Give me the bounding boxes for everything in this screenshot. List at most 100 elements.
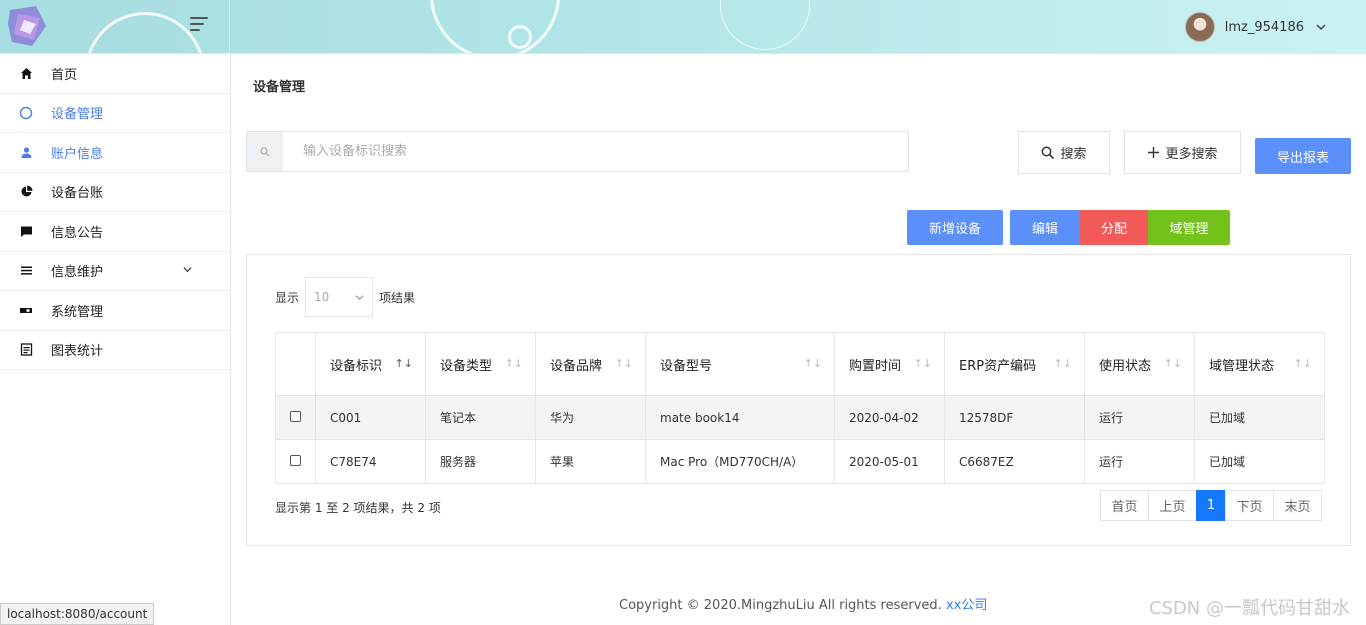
page-first-button[interactable]: 首页 bbox=[1100, 490, 1149, 521]
table-cell: 已加域 bbox=[1194, 395, 1325, 440]
column-header[interactable]: 设备类型 ↑↓ bbox=[425, 332, 536, 396]
sidebar-item-charts[interactable]: 图表统计 bbox=[0, 331, 230, 370]
show-suffix: 项结果 bbox=[379, 290, 416, 305]
table-row[interactable]: C001 笔记本 华为 mate book14 2020-04-02 12578… bbox=[275, 395, 1325, 440]
sidebar: 首页 设备管理 账户信息 设备台账 信息公告 信息维护 系统管理 图表统计 bbox=[0, 54, 231, 625]
row-checkbox-cell bbox=[275, 439, 316, 484]
row-checkbox[interactable] bbox=[290, 410, 301, 422]
sidebar-item-label: 设备台账 bbox=[51, 186, 104, 202]
sidebar-item-label: 设备管理 bbox=[51, 107, 104, 123]
sidebar-item-label: 信息公告 bbox=[51, 225, 104, 241]
search-button[interactable]: 搜索 bbox=[1018, 131, 1110, 174]
footer-company-link[interactable]: xx公司 bbox=[946, 598, 987, 613]
column-header[interactable]: 购置时间 ↑↓ bbox=[834, 332, 945, 396]
page-title: 设备管理 bbox=[253, 80, 306, 95]
page-size-value: 10 bbox=[314, 290, 330, 304]
export-report-button[interactable]: 导出报表 bbox=[1255, 138, 1351, 174]
select-all-header bbox=[275, 332, 316, 396]
table-cell: Mac Pro（MD770CH/A） bbox=[645, 439, 835, 484]
search-box bbox=[246, 131, 909, 172]
sort-icon: ↑↓ bbox=[1293, 357, 1312, 370]
chevron-down-icon bbox=[183, 266, 192, 272]
decor-circle bbox=[720, 0, 810, 50]
more-search-button[interactable]: 更多搜索 bbox=[1124, 131, 1241, 174]
decor-circle bbox=[508, 25, 532, 49]
table-row[interactable]: C78E74 服务器 苹果 Mac Pro（MD770CH/A） 2020-05… bbox=[275, 439, 1325, 484]
add-device-button[interactable]: 新增设备 bbox=[907, 210, 1003, 245]
sidebar-item-device-management[interactable]: 设备管理 bbox=[0, 94, 230, 133]
page-current-button[interactable]: 1 bbox=[1196, 490, 1226, 521]
decor-circle bbox=[430, 0, 560, 53]
user-icon bbox=[19, 145, 33, 159]
row-checkbox-cell bbox=[275, 395, 316, 440]
browser-status-bar: localhost:8080/account bbox=[0, 603, 155, 625]
page-prev-button[interactable]: 上页 bbox=[1148, 490, 1197, 521]
sidebar-item-ledger[interactable]: 设备台账 bbox=[0, 173, 230, 212]
table-cell: C6687EZ bbox=[944, 439, 1085, 484]
sort-icon: ↑↓ bbox=[1163, 357, 1182, 370]
sort-icon: ↑↓ bbox=[504, 357, 523, 370]
plus-icon bbox=[1148, 147, 1160, 158]
page-last-button[interactable]: 末页 bbox=[1273, 490, 1322, 521]
sidebar-item-label: 系统管理 bbox=[51, 304, 104, 320]
edit-button[interactable]: 编辑 bbox=[1010, 210, 1080, 245]
table-cell: 运行 bbox=[1084, 395, 1195, 440]
row-checkbox[interactable] bbox=[290, 454, 301, 466]
sidebar-item-home[interactable]: 首页 bbox=[0, 54, 230, 94]
device-table: 设备标识 ↑↓ 设备类型 ↑↓ 设备品牌 ↑↓ 设备型号 ↑↓ 购置时间 ↑↓ ERP资产… bbox=[275, 332, 1325, 484]
table-cell: 华为 bbox=[535, 395, 646, 440]
footer: Copyright © 2020.MingzhuLiu All rights r… bbox=[619, 594, 987, 613]
domain-management-button[interactable]: 域管理 bbox=[1148, 210, 1230, 245]
sort-icon: ↑↓ bbox=[803, 357, 822, 370]
column-header[interactable]: 设备标识 ↑↓ bbox=[315, 332, 426, 396]
table-cell: 2020-04-02 bbox=[834, 395, 945, 440]
table-cell: 服务器 bbox=[425, 439, 536, 484]
table-cell: 12578DF bbox=[944, 395, 1085, 440]
sidebar-item-system[interactable]: 系统管理 bbox=[0, 291, 230, 331]
table-cell: C001 bbox=[315, 395, 426, 440]
sidebar-item-label: 信息维护 bbox=[51, 265, 104, 281]
sidebar-item-label: 首页 bbox=[51, 67, 78, 83]
table-cell: 已加域 bbox=[1194, 439, 1325, 484]
search-icon bbox=[1042, 146, 1055, 159]
column-header[interactable]: ERP资产编码 ↑↓ bbox=[944, 332, 1085, 396]
sort-icon: ↑↓ bbox=[1053, 357, 1072, 370]
document-icon bbox=[19, 343, 33, 357]
user-menu[interactable]: lmz_954186 bbox=[1184, 11, 1326, 43]
column-header[interactable]: 设备品牌 ↑↓ bbox=[535, 332, 646, 396]
pie-chart-icon bbox=[19, 185, 33, 199]
column-header[interactable]: 域管理状态 ↑↓ bbox=[1194, 332, 1325, 396]
circle-icon bbox=[19, 106, 33, 120]
top-header: lmz_954186 bbox=[0, 0, 1366, 54]
column-header[interactable]: 使用状态 ↑↓ bbox=[1084, 332, 1195, 396]
menu-collapse-icon[interactable] bbox=[190, 17, 210, 35]
table-cell: 笔记本 bbox=[425, 395, 536, 440]
brand-area bbox=[0, 0, 230, 53]
column-header[interactable]: 设备型号 ↑↓ bbox=[645, 332, 835, 396]
search-input[interactable] bbox=[283, 132, 908, 171]
more-search-button-label: 更多搜索 bbox=[1165, 147, 1218, 162]
sort-icon: ↑↓ bbox=[394, 357, 413, 370]
sidebar-item-label: 图表统计 bbox=[51, 344, 104, 360]
username: lmz_954186 bbox=[1224, 19, 1304, 35]
page-next-button[interactable]: 下页 bbox=[1225, 490, 1274, 521]
table-panel: 显示 10 项结果 设备标识 ↑↓ 设备类型 ↑↓ 设备品牌 ↑↓ 设备型号 ↑↓ 购置… bbox=[246, 254, 1351, 546]
show-prefix: 显示 bbox=[275, 290, 300, 305]
table-header-row: 设备标识 ↑↓ 设备类型 ↑↓ 设备品牌 ↑↓ 设备型号 ↑↓ 购置时间 ↑↓ ERP资产… bbox=[275, 332, 1325, 396]
page-size-select[interactable]: 10 bbox=[305, 277, 374, 317]
sidebar-item-account[interactable]: 账户信息 bbox=[0, 133, 230, 173]
sort-icon: ↑↓ bbox=[614, 357, 633, 370]
table-cell: 苹果 bbox=[535, 439, 646, 484]
list-icon bbox=[19, 264, 33, 278]
pagination: 首页 上页 1 下页 末页 bbox=[1100, 490, 1322, 521]
sidebar-item-maintenance[interactable]: 信息维护 bbox=[0, 252, 230, 291]
sidebar-item-label: 账户信息 bbox=[51, 146, 104, 162]
assign-button[interactable]: 分配 bbox=[1080, 210, 1148, 245]
search-button-label: 搜索 bbox=[1060, 147, 1087, 162]
table-info: 显示第 1 至 2 项结果，共 2 项 bbox=[275, 501, 441, 515]
main-content: 设备管理 搜索 更多搜索 导出报表 新增设备 编辑 分配 域管理 显示 10 项… bbox=[231, 54, 1366, 625]
sidebar-item-announcement[interactable]: 信息公告 bbox=[0, 212, 230, 252]
footer-text: Copyright © 2020.MingzhuLiu All rights r… bbox=[619, 598, 942, 613]
table-cell: C78E74 bbox=[315, 439, 426, 484]
chevron-down-icon bbox=[1316, 24, 1326, 31]
